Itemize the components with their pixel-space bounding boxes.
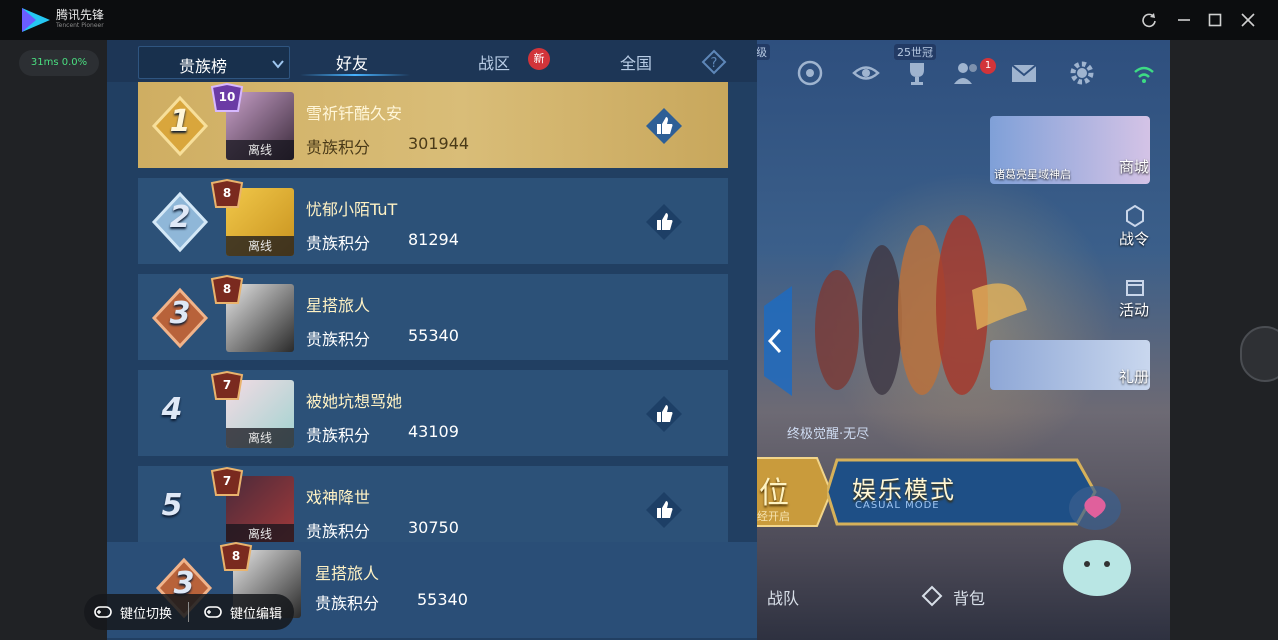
dropdown-selected-label: 贵族榜 xyxy=(179,57,228,76)
casual-mode-sublabel: CASUAL MODE xyxy=(855,500,940,511)
backpack-button[interactable]: 背包 xyxy=(953,585,985,609)
app-logo-icon xyxy=(22,8,50,32)
friends-count-badge: 1 xyxy=(980,58,996,74)
like-thumbs-up-icon[interactable] xyxy=(644,202,684,242)
score-label: 贵族积分 xyxy=(306,234,371,253)
score-value: 55340 xyxy=(408,326,459,345)
leaderboard-row[interactable]: 4 离线 7 被她坑想骂她 贵族积分 43109 xyxy=(138,370,728,456)
refresh-icon xyxy=(1142,13,1156,28)
emulator-window: { "window": { "app_name": "腾讯先锋", "app_s… xyxy=(0,0,1278,640)
score-label: 贵族积分 xyxy=(306,426,371,445)
hero-skin-caption: 终极觉醒·无尽 xyxy=(787,427,870,442)
skin-promo-caption: 诸葛亮星域神启 xyxy=(994,168,1071,181)
network-latency-indicator: 31ms 0.0% xyxy=(19,50,99,76)
like-thumbs-up-icon[interactable] xyxy=(644,490,684,530)
side-item-activity[interactable]: 活动 xyxy=(1119,299,1149,320)
noble-level: 7 xyxy=(222,474,232,488)
side-item-battle-pass[interactable]: 战令 xyxy=(1119,228,1149,249)
maximize-button[interactable] xyxy=(1203,8,1227,32)
score-value: 55340 xyxy=(417,590,468,609)
offline-status: 离线 xyxy=(226,236,294,256)
offline-status: 离线 xyxy=(226,428,294,448)
rank-number: 1 xyxy=(169,104,191,139)
friends-icon[interactable] xyxy=(952,58,982,88)
score-value: 43109 xyxy=(408,422,459,441)
keymap-toolbar: 键位切换 键位编辑 xyxy=(84,594,294,630)
leaderboard-row[interactable]: 5 离线 7 戏神降世 贵族积分 30750 xyxy=(138,466,728,552)
close-button[interactable] xyxy=(1236,8,1260,32)
leaderboard-panel: 贵族榜 好友 战区 新 全国 ? 1 离线 10 雪祈钎酷久安 贵族积分 301… xyxy=(107,40,757,640)
noble-level: 8 xyxy=(231,549,241,563)
backpack-icon xyxy=(921,585,943,607)
score-label: 贵族积分 xyxy=(306,138,371,157)
maximize-icon xyxy=(1208,13,1222,27)
score-label: 贵族积分 xyxy=(306,522,371,541)
wifi-signal-icon xyxy=(1134,66,1154,83)
settings-gear-icon[interactable] xyxy=(1067,58,1097,88)
keymap-edit-button[interactable]: 键位编辑 xyxy=(230,603,282,622)
leaderboard-type-dropdown[interactable]: 贵族榜 xyxy=(138,46,290,79)
tab-friends[interactable]: 好友 xyxy=(336,50,368,74)
keymap-switch-button[interactable]: 键位切换 xyxy=(120,603,172,622)
svg-text:?: ? xyxy=(711,56,718,71)
team-button[interactable]: 战队 xyxy=(767,585,799,609)
noble-level: 7 xyxy=(222,378,232,392)
score-value: 81294 xyxy=(408,230,459,249)
minimize-icon xyxy=(1178,19,1190,21)
leaderboard-row[interactable]: 1 离线 10 雪祈钎酷久安 贵族积分 301944 xyxy=(138,82,728,168)
ranked-button-sub: 经开启 xyxy=(757,510,790,523)
floating-side-handle[interactable] xyxy=(1240,326,1278,382)
score-value: 301944 xyxy=(408,134,470,153)
score-label: 贵族积分 xyxy=(306,330,371,349)
title-bar: 腾讯先锋 Tencent Pioneer xyxy=(0,0,1278,40)
keymap-divider xyxy=(188,602,189,622)
tab-war-zone[interactable]: 战区 xyxy=(478,50,510,74)
rank-number: 5 xyxy=(161,488,183,523)
side-item-shop[interactable]: 商城 xyxy=(1119,156,1149,177)
mail-icon[interactable] xyxy=(1009,58,1039,88)
rank-number: 2 xyxy=(169,200,191,235)
app-name: 腾讯先锋 xyxy=(56,8,105,22)
refresh-button[interactable] xyxy=(1137,8,1161,32)
like-thumbs-up-icon[interactable] xyxy=(644,394,684,434)
minimize-button[interactable] xyxy=(1172,8,1196,32)
help-icon[interactable]: ? xyxy=(701,49,727,75)
like-thumbs-up-icon[interactable] xyxy=(644,106,684,146)
player-name: 被她坑想骂她 xyxy=(306,392,403,411)
battle-pass-icon xyxy=(1126,205,1144,227)
target-icon[interactable] xyxy=(795,58,825,88)
leaderboard-tabbar: 贵族榜 好友 战区 新 全国 ? xyxy=(107,40,757,82)
close-icon xyxy=(1241,13,1255,27)
app-subtitle: Tencent Pioneer xyxy=(56,22,104,29)
mascot-character xyxy=(1063,486,1131,596)
player-name: 戏神降世 xyxy=(306,488,371,507)
offline-status: 离线 xyxy=(226,524,294,544)
score-value: 30750 xyxy=(408,518,459,537)
active-tab-indicator xyxy=(300,74,410,76)
chevron-down-icon xyxy=(272,60,284,69)
trophy-icon[interactable] xyxy=(902,58,932,88)
noble-level: 8 xyxy=(222,186,232,200)
collapse-panel-button[interactable] xyxy=(758,286,792,396)
noble-level: 8 xyxy=(222,282,232,296)
noble-level: 10 xyxy=(218,90,236,104)
offline-status: 离线 xyxy=(226,140,294,160)
gamepad-icon xyxy=(94,606,112,618)
player-name: 星搭旅人 xyxy=(315,564,380,583)
score-label: 贵族积分 xyxy=(315,594,380,613)
player-name: 雪祈钎酷久安 xyxy=(306,104,403,123)
leaderboard-row[interactable]: 3 8 星搭旅人 贵族积分 55340 xyxy=(138,274,728,360)
rank-number: 4 xyxy=(161,392,183,427)
gamepad-edit-icon xyxy=(204,606,222,618)
eye-icon[interactable] xyxy=(851,58,881,88)
side-item-gift-book[interactable]: 礼册 xyxy=(1119,366,1149,387)
ranked-button-label[interactable]: 位 xyxy=(759,468,789,512)
player-name: 忧郁小陌TuT xyxy=(306,200,398,219)
leaderboard-row[interactable]: 2 离线 8 忧郁小陌TuT 贵族积分 81294 xyxy=(138,178,728,264)
player-name: 星搭旅人 xyxy=(306,296,371,315)
new-badge: 新 xyxy=(528,48,550,70)
rank-number: 3 xyxy=(169,296,191,331)
tab-nationwide[interactable]: 全国 xyxy=(620,50,652,74)
activity-icon xyxy=(1126,280,1144,296)
